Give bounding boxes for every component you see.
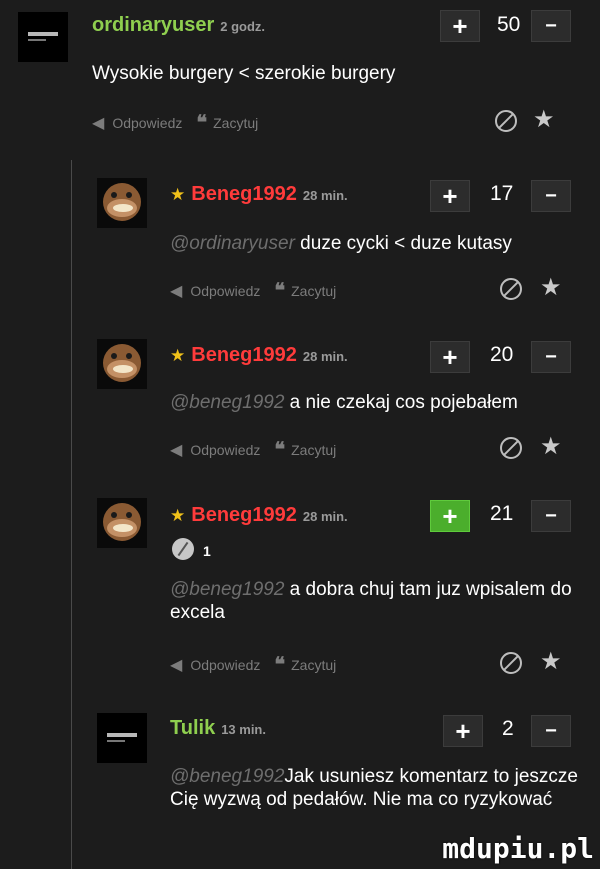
reply-link[interactable]: Odpowiedz bbox=[112, 115, 182, 131]
quote-link[interactable]: Zacytuj bbox=[213, 115, 258, 131]
avatar[interactable] bbox=[97, 339, 147, 389]
vote-count: 50 bbox=[497, 13, 521, 36]
plus-user-avatar[interactable] bbox=[172, 538, 194, 560]
plus-button[interactable]: + bbox=[440, 10, 480, 42]
comment-text: @beneg1992Jak usuniesz komentarz to jesz… bbox=[170, 766, 578, 810]
comment-time: 28 min. bbox=[302, 188, 348, 203]
avatar[interactable] bbox=[97, 713, 147, 763]
minus-button[interactable]: − bbox=[531, 10, 571, 42]
reply-arrow-icon: ◀ bbox=[170, 282, 183, 300]
star-icon[interactable]: ★ bbox=[540, 273, 562, 302]
quote-link[interactable]: Zacytuj bbox=[291, 442, 336, 458]
star-icon[interactable]: ★ bbox=[533, 105, 555, 134]
plus-button[interactable]: + bbox=[430, 500, 470, 532]
minus-button[interactable]: − bbox=[531, 715, 571, 747]
star-icon[interactable]: ★ bbox=[540, 647, 562, 676]
comment-text: @beneg1992 a dobra chuj tam juz wpisalem… bbox=[170, 579, 572, 623]
star-icon[interactable]: ★ bbox=[540, 432, 562, 461]
star-icon: ★ bbox=[170, 346, 186, 365]
comment-text: @ordinaryuser duze cycki < duze kutasy bbox=[170, 233, 512, 254]
star-icon: ★ bbox=[170, 506, 186, 525]
minus-button[interactable]: − bbox=[531, 341, 571, 373]
comment-text: Wysokie burgery < szerokie burgery bbox=[92, 63, 396, 84]
avatar[interactable] bbox=[18, 12, 68, 62]
comment-time: 28 min. bbox=[302, 509, 348, 524]
vote-count: 2 bbox=[502, 717, 514, 740]
block-icon[interactable] bbox=[500, 437, 522, 459]
plus-button[interactable]: + bbox=[430, 180, 470, 212]
block-icon[interactable] bbox=[500, 652, 522, 674]
author-nick[interactable]: ordinaryuser bbox=[92, 14, 214, 37]
reply-arrow-icon: ◀ bbox=[92, 114, 105, 132]
reply-link[interactable]: Odpowiedz bbox=[190, 283, 260, 299]
watermark-logo: mdupiu.pl bbox=[442, 832, 594, 865]
quote-icon: ❝ bbox=[274, 654, 285, 676]
plus-button[interactable]: + bbox=[443, 715, 483, 747]
block-icon[interactable] bbox=[500, 278, 522, 300]
comment-time: 13 min. bbox=[221, 722, 266, 737]
avatar[interactable] bbox=[97, 498, 147, 548]
plus-count: 1 bbox=[203, 543, 211, 559]
author-nick[interactable]: Beneg1992 bbox=[191, 183, 297, 206]
comment-time: 2 godz. bbox=[220, 19, 266, 34]
quote-icon: ❝ bbox=[274, 280, 285, 302]
plus-button[interactable]: + bbox=[430, 341, 470, 373]
quote-link[interactable]: Zacytuj bbox=[291, 657, 336, 673]
vote-count: 17 bbox=[490, 182, 514, 205]
minus-button[interactable]: − bbox=[531, 180, 571, 212]
reply-arrow-icon: ◀ bbox=[170, 441, 183, 459]
author-nick[interactable]: Beneg1992 bbox=[191, 504, 297, 527]
quote-icon: ❝ bbox=[274, 439, 285, 461]
quote-icon: ❝ bbox=[196, 112, 207, 134]
mention-link[interactable]: @beneg1992 bbox=[170, 579, 284, 600]
vote-count: 21 bbox=[490, 502, 514, 525]
vote-count: 20 bbox=[490, 343, 514, 366]
mention-link[interactable]: @ordinaryuser bbox=[170, 233, 295, 254]
quote-link[interactable]: Zacytuj bbox=[291, 283, 336, 299]
author-nick[interactable]: Beneg1992 bbox=[191, 344, 297, 367]
reply-link[interactable]: Odpowiedz bbox=[190, 657, 260, 673]
comment-time: 28 min. bbox=[302, 349, 348, 364]
comment-text: @beneg1992 a nie czekaj cos pojebałem bbox=[170, 392, 518, 413]
reply-link[interactable]: Odpowiedz bbox=[190, 442, 260, 458]
block-icon[interactable] bbox=[495, 110, 517, 132]
star-icon: ★ bbox=[170, 185, 186, 204]
avatar[interactable] bbox=[97, 178, 147, 228]
mention-link[interactable]: @beneg1992 bbox=[170, 766, 284, 787]
reply-arrow-icon: ◀ bbox=[170, 656, 183, 674]
mention-link[interactable]: @beneg1992 bbox=[170, 392, 284, 413]
author-nick[interactable]: Tulik bbox=[170, 717, 215, 740]
thread-line bbox=[71, 160, 72, 869]
minus-button[interactable]: − bbox=[531, 500, 571, 532]
